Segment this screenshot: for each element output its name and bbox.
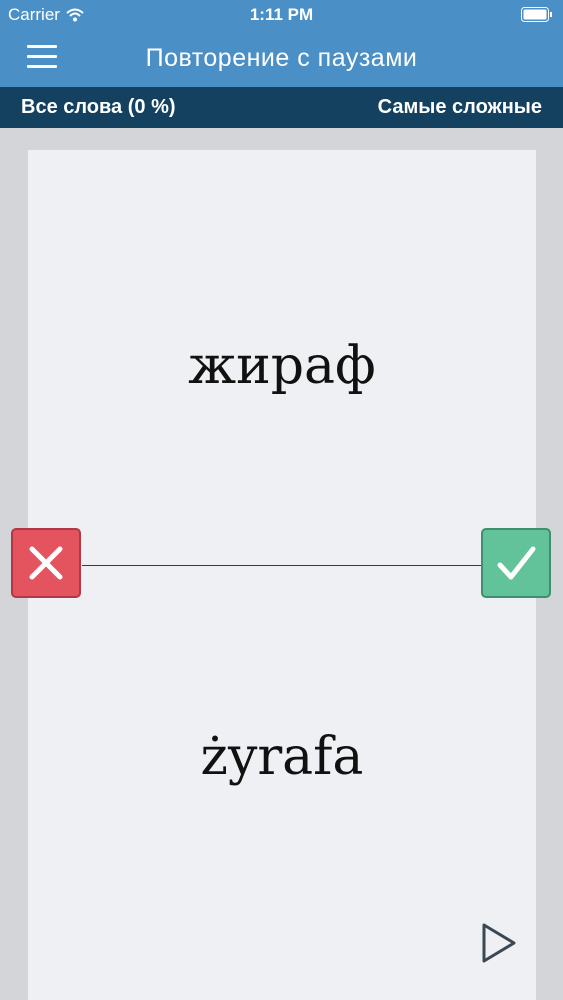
filter-bar: Все слова (0 %) Самые сложные bbox=[0, 87, 563, 128]
all-words-filter[interactable]: Все слова (0 %) bbox=[21, 87, 176, 128]
wrong-button[interactable] bbox=[11, 528, 81, 598]
play-icon[interactable] bbox=[480, 922, 518, 964]
nav-bar: Повторение с паузами bbox=[0, 30, 563, 87]
battery-icon bbox=[521, 7, 552, 22]
status-bar: Carrier 1:11 PM bbox=[0, 0, 563, 30]
status-time: 1:11 PM bbox=[249, 5, 314, 24]
hamburger-menu-icon[interactable] bbox=[27, 45, 57, 71]
flashcard[interactable] bbox=[28, 150, 536, 1000]
card-front-word: жираф bbox=[188, 336, 376, 396]
right-button[interactable] bbox=[481, 528, 551, 598]
hardest-filter[interactable]: Самые сложные bbox=[378, 87, 542, 128]
page-title: Повторение с паузами bbox=[145, 44, 418, 72]
card-back-word: żyrafa bbox=[200, 727, 364, 787]
card-divider bbox=[82, 565, 482, 566]
x-icon bbox=[29, 546, 63, 580]
check-icon bbox=[497, 546, 536, 580]
